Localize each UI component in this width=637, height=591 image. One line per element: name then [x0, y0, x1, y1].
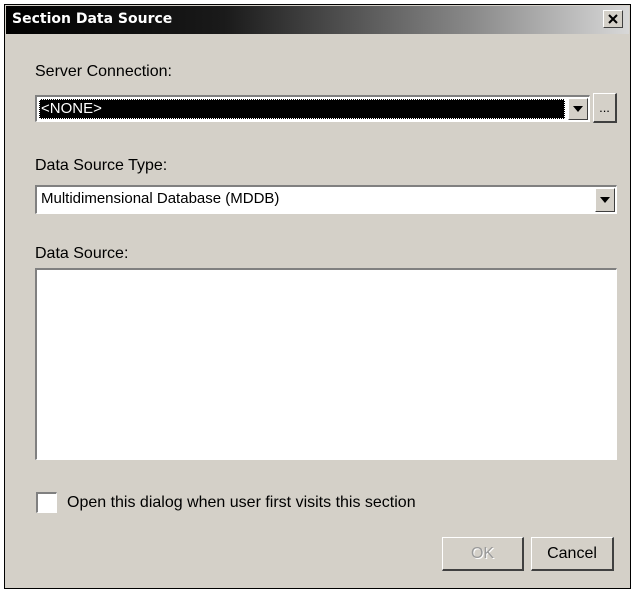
server-connection-combo[interactable]: <NONE> — [35, 95, 590, 122]
ok-button[interactable]: OK — [442, 537, 524, 571]
data-source-type-dropdown-button[interactable] — [595, 188, 615, 212]
data-source-label: Data Source: — [35, 245, 129, 262]
open-on-first-visit-label[interactable]: Open this dialog when user first visits … — [67, 494, 416, 512]
close-button[interactable] — [603, 10, 623, 28]
cancel-button[interactable]: Cancel — [531, 537, 614, 571]
open-on-first-visit-checkbox[interactable] — [36, 492, 57, 513]
server-connection-value: <NONE> — [39, 99, 565, 119]
data-source-type-value: Multidimensional Database (MDDB) — [41, 190, 280, 207]
browse-server-button[interactable]: ... — [593, 93, 617, 123]
section-data-source-dialog: Section Data Source Server Connection: <… — [4, 4, 631, 589]
title-bar[interactable]: Section Data Source — [6, 6, 629, 34]
data-source-type-label: Data Source Type: — [35, 157, 168, 174]
data-source-textarea[interactable] — [35, 268, 617, 460]
data-source-type-combo[interactable]: Multidimensional Database (MDDB) — [35, 185, 617, 214]
chevron-down-icon — [573, 106, 583, 112]
server-connection-label: Server Connection: — [35, 63, 172, 80]
chevron-down-icon — [600, 197, 610, 203]
server-connection-dropdown-button[interactable] — [568, 98, 588, 120]
close-icon — [608, 14, 618, 24]
dialog-title: Section Data Source — [12, 11, 173, 27]
